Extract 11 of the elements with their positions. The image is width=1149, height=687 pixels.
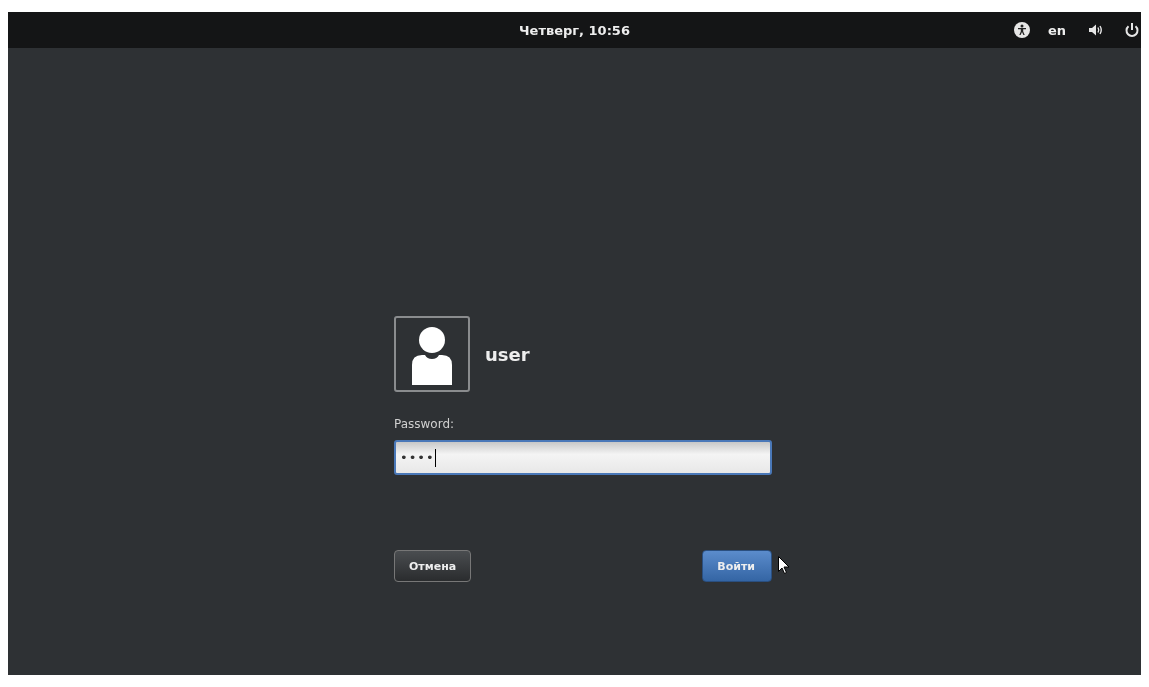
accessibility-icon[interactable] <box>1013 22 1030 38</box>
power-icon[interactable] <box>1124 22 1140 38</box>
keyboard-layout-indicator[interactable]: en <box>1047 22 1066 38</box>
user-name: user <box>485 343 530 365</box>
login-button[interactable]: Войти <box>702 550 772 582</box>
mouse-pointer-icon <box>778 556 791 574</box>
volume-icon[interactable] <box>1088 23 1104 37</box>
password-label: Password: <box>394 417 455 431</box>
clock[interactable]: Четверг, 10:56 <box>519 22 630 38</box>
cancel-button[interactable]: Отмена <box>394 550 472 582</box>
password-field[interactable]: •••• <box>394 440 772 475</box>
